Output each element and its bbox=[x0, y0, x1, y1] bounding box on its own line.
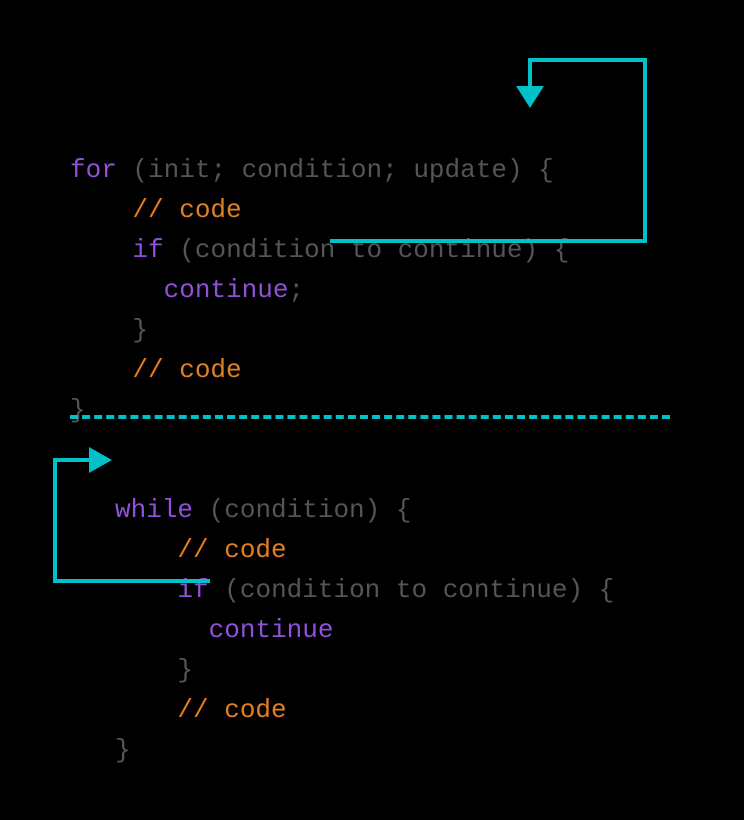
cond-to-continue-text: condition to continue bbox=[195, 235, 523, 265]
for-loop-code-block: for (init; condition; update) { // code … bbox=[70, 110, 569, 430]
init-text: init bbox=[148, 155, 210, 185]
indent bbox=[70, 235, 132, 265]
section-divider bbox=[70, 415, 670, 419]
indent bbox=[115, 575, 177, 605]
semicolon: ; bbox=[382, 155, 413, 185]
condition-text: condition bbox=[224, 495, 364, 525]
while-keyword: while bbox=[115, 495, 193, 525]
brace-close: } bbox=[115, 735, 131, 765]
condition-text: condition bbox=[242, 155, 382, 185]
for-keyword: for bbox=[70, 155, 117, 185]
paren-open: ( bbox=[117, 155, 148, 185]
if-keyword: if bbox=[177, 575, 208, 605]
paren-close-brace: ) { bbox=[365, 495, 412, 525]
if-keyword: if bbox=[132, 235, 163, 265]
code-comment: // code bbox=[132, 195, 241, 225]
code-comment: // code bbox=[177, 535, 286, 565]
brace-close: } bbox=[70, 395, 86, 425]
paren-close-brace: ) { bbox=[507, 155, 554, 185]
paren-close-brace: ) { bbox=[568, 575, 615, 605]
semicolon: ; bbox=[210, 155, 241, 185]
indent bbox=[70, 275, 164, 305]
paren-open: ( bbox=[209, 575, 240, 605]
indent bbox=[70, 315, 132, 345]
brace-close: } bbox=[177, 655, 193, 685]
continue-keyword: continue bbox=[209, 615, 334, 645]
while-loop-code-block: while (condition) { // code if (conditio… bbox=[115, 450, 614, 770]
cond-to-continue-text: condition to continue bbox=[240, 575, 568, 605]
paren-open: ( bbox=[164, 235, 195, 265]
indent bbox=[70, 195, 132, 225]
code-comment: // code bbox=[177, 695, 286, 725]
indent bbox=[70, 355, 132, 385]
indent bbox=[115, 535, 177, 565]
indent bbox=[115, 695, 177, 725]
indent bbox=[115, 615, 209, 645]
paren-open: ( bbox=[193, 495, 224, 525]
update-text: update bbox=[413, 155, 507, 185]
indent bbox=[115, 655, 177, 685]
brace-close: } bbox=[132, 315, 148, 345]
code-comment: // code bbox=[132, 355, 241, 385]
paren-close-brace: ) { bbox=[523, 235, 570, 265]
semicolon: ; bbox=[288, 275, 304, 305]
continue-keyword: continue bbox=[164, 275, 289, 305]
